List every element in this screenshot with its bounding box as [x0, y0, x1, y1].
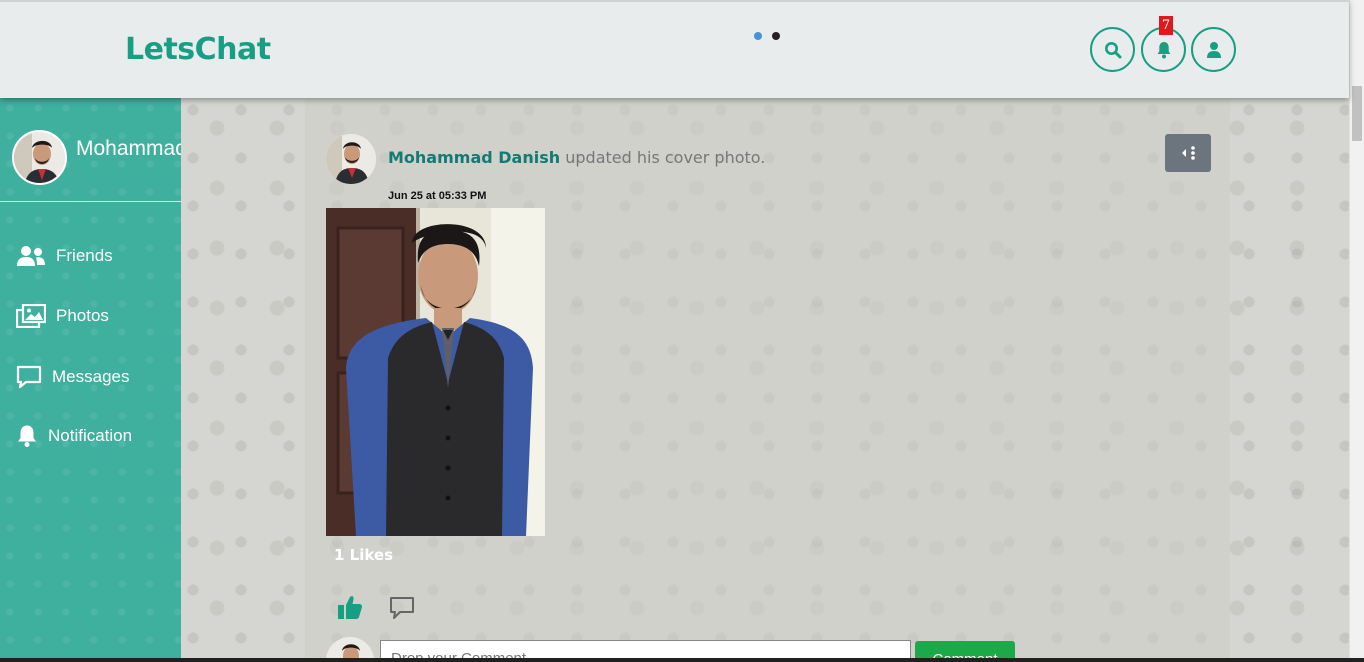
- sidebar-item-notification[interactable]: Notification: [16, 424, 132, 448]
- carousel-dot-1[interactable]: [754, 32, 762, 40]
- post-author-avatar[interactable]: [326, 134, 376, 184]
- comment-icon: [390, 597, 414, 619]
- post-action-text: updated his cover photo.: [565, 148, 766, 167]
- photos-icon: [16, 304, 46, 328]
- sidebar-item-label: Photos: [56, 306, 109, 325]
- top-header: LetsChat: [0, 0, 1349, 98]
- carousel-dot-2[interactable]: [772, 32, 780, 40]
- sidebar-item-label: Friends: [56, 246, 113, 265]
- user-icon: [1206, 41, 1221, 58]
- sidebar-item-label: Messages: [52, 367, 130, 386]
- comment-toggle-button[interactable]: [389, 596, 415, 625]
- post-photo[interactable]: [326, 208, 545, 536]
- like-button[interactable]: [337, 594, 363, 625]
- more-vertical-icon: [1191, 146, 1195, 160]
- bell-icon: [1157, 41, 1170, 58]
- scrollbar-thumb[interactable]: [1352, 86, 1362, 141]
- sidebar-divider: [0, 201, 181, 202]
- friends-icon: [17, 246, 45, 266]
- sidebar-avatar[interactable]: [12, 130, 67, 185]
- sidebar-item-photos[interactable]: Photos: [16, 304, 109, 328]
- thumbs-up-icon: [338, 596, 363, 619]
- carousel-dots: [754, 32, 780, 40]
- post-timestamp: Jun 25 at 05:33 PM: [388, 190, 487, 202]
- sidebar-item-friends[interactable]: Friends: [16, 245, 113, 267]
- message-icon: [16, 365, 42, 389]
- chevron-left-icon: [1182, 149, 1186, 157]
- post-options-button[interactable]: [1165, 134, 1211, 172]
- post-header: Mohammad Danish updated his cover photo.: [388, 148, 765, 167]
- page-scrollbar[interactable]: [1349, 0, 1364, 662]
- sidebar-item-messages[interactable]: Messages: [16, 365, 129, 389]
- notification-count-badge: 7: [1159, 16, 1173, 35]
- post-author-name[interactable]: Mohammad Danish: [388, 148, 560, 167]
- bell-icon: [18, 425, 36, 447]
- search-icon: [1104, 41, 1121, 58]
- likes-count[interactable]: 1 Likes: [334, 546, 393, 564]
- profile-button[interactable]: [1191, 27, 1236, 72]
- app-logo[interactable]: LetsChat: [125, 32, 271, 67]
- bottom-edge: [0, 658, 1364, 662]
- sidebar-user-name[interactable]: Mohammad Danish: [76, 137, 181, 161]
- sidebar-item-label: Notification: [48, 426, 133, 445]
- sidebar: Mohammad Danish Friends Photos Messages …: [0, 98, 181, 662]
- search-button[interactable]: [1090, 27, 1135, 72]
